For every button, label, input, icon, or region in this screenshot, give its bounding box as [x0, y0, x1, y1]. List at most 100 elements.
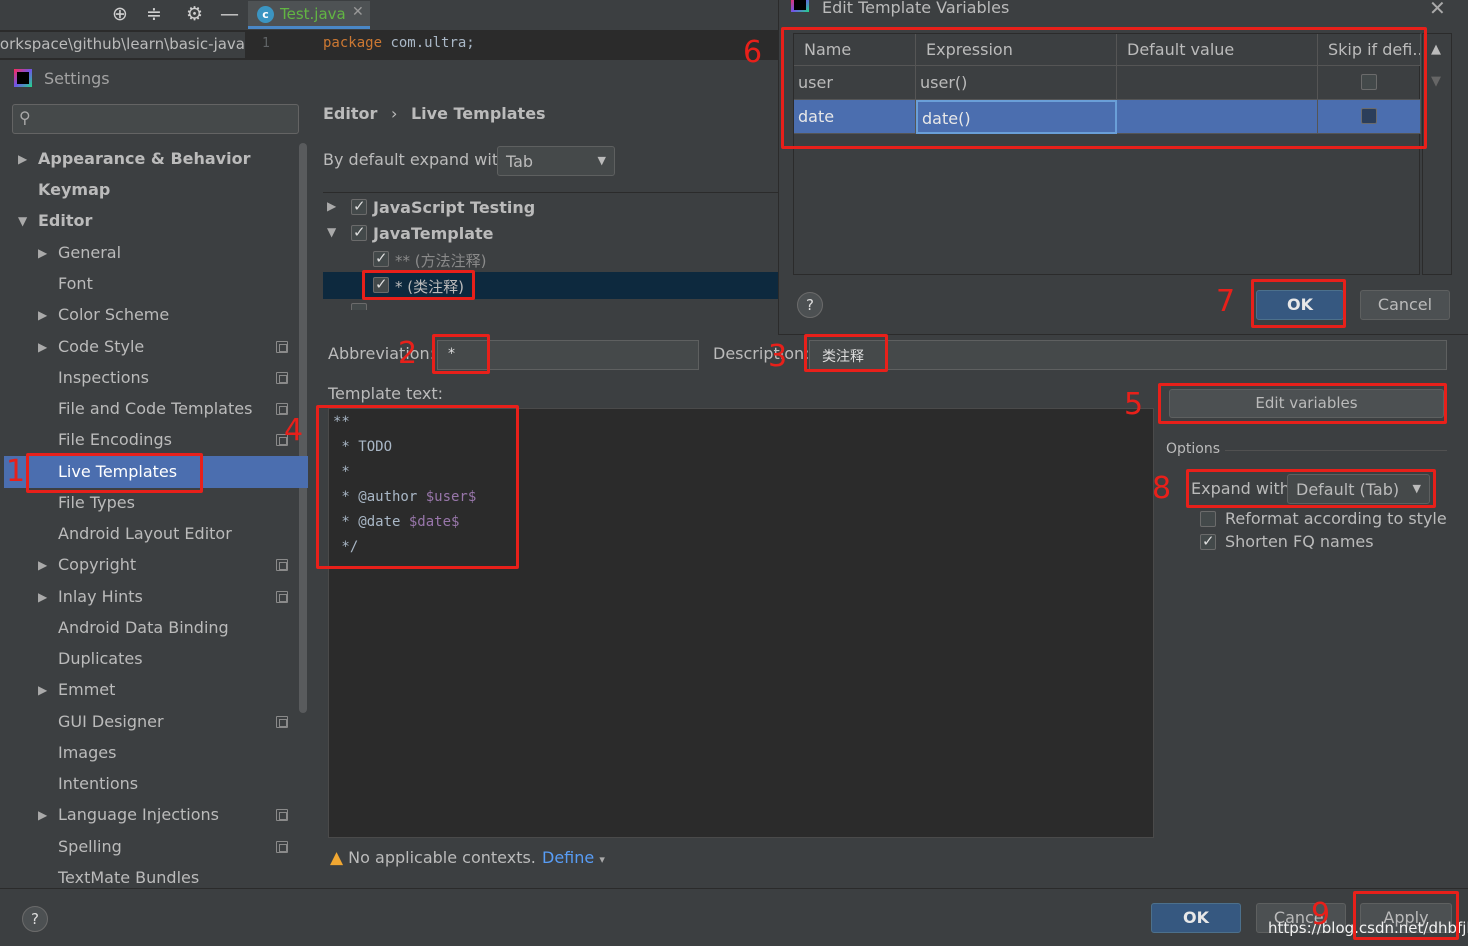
sidebar-item-label: Duplicates	[58, 649, 143, 668]
group-checkbox[interactable]	[351, 303, 367, 310]
expand-arrow-icon[interactable]: ▶	[38, 301, 47, 329]
template-class-comment[interactable]: * (类注释)	[395, 276, 464, 297]
sidebar-item-appearance-behavior[interactable]: ▶ Appearance & Behavior	[0, 145, 300, 173]
sidebar-item-label: Live Templates	[58, 462, 178, 481]
column-skip[interactable]: Skip if defi...	[1318, 34, 1421, 66]
template-row-selected[interactable]	[323, 272, 778, 299]
sidebar-item-color-scheme[interactable]: ▶ Color Scheme	[0, 301, 300, 329]
close-icon[interactable]: ✕	[1429, 0, 1446, 20]
edit-variables-button[interactable]: Edit variables	[1169, 389, 1444, 418]
sidebar-item-code-style[interactable]: ▶ Code Style	[0, 333, 300, 361]
shorten-checkbox[interactable]	[1200, 532, 1216, 550]
scroll-up-icon[interactable]: ▲	[1431, 42, 1441, 57]
expand-arrow-icon[interactable]: ▶	[38, 333, 47, 361]
annotation-number: 7	[1216, 284, 1236, 319]
expression-edit-field[interactable]: date()	[916, 100, 1117, 134]
group-javascript-testing[interactable]: JavaScript Testing	[373, 198, 535, 217]
abbreviation-input[interactable]: *	[437, 340, 699, 370]
define-link[interactable]: Define ▾	[542, 848, 605, 867]
dialog-cancel-button[interactable]: Cancel	[1360, 290, 1450, 320]
help-icon[interactable]: ?	[22, 906, 48, 932]
breadcrumb: Editor › Live Templates	[323, 104, 546, 123]
reformat-label: Reformat according to style	[1225, 509, 1447, 528]
search-input[interactable]: ⚲	[12, 104, 299, 134]
help-icon[interactable]: ?	[797, 292, 823, 318]
sidebar-item-general[interactable]: ▶ General	[0, 239, 300, 267]
ok-button[interactable]: OK	[1151, 903, 1241, 933]
group-javatemplate[interactable]: JavaTemplate	[373, 224, 494, 243]
sidebar-item-label: Font	[58, 274, 93, 293]
close-tab-icon[interactable]: ✕	[352, 4, 364, 20]
dialog-ok-button[interactable]: OK	[1256, 290, 1344, 320]
collapse-icon[interactable]: ≑	[146, 3, 162, 25]
sidebar-item-keymap[interactable]: Keymap	[0, 176, 300, 204]
sidebar-item-inlay-hints[interactable]: ▶ Inlay Hints	[0, 583, 300, 611]
sidebar-item-language-injections[interactable]: ▶ Language Injections	[0, 801, 300, 829]
expand-arrow-icon[interactable]: ▶	[18, 145, 27, 173]
collapse-arrow-icon[interactable]: ▼	[327, 225, 336, 239]
sidebar-item-file-and-code-templates[interactable]: File and Code Templates	[0, 395, 300, 423]
sidebar-item-gui-designer[interactable]: GUI Designer	[0, 708, 300, 736]
minimize-icon[interactable]: —	[220, 3, 239, 25]
code-line[interactable]: package com.ultra;	[323, 35, 475, 51]
column-name[interactable]: Name	[794, 34, 916, 66]
sidebar-item-label: Images	[58, 743, 117, 762]
sidebar-item-label: Emmet	[58, 680, 116, 699]
sidebar-item-copyright[interactable]: ▶ Copyright	[0, 551, 300, 579]
sidebar-item-android-data-binding[interactable]: Android Data Binding	[0, 614, 300, 642]
project-settings-icon	[276, 841, 288, 853]
reformat-checkbox[interactable]	[1200, 511, 1216, 527]
expand-arrow-icon[interactable]: ▶	[38, 801, 47, 829]
sidebar-item-font[interactable]: Font	[0, 270, 300, 298]
sidebar-item-label: Keymap	[38, 180, 111, 199]
editor-tab[interactable]: c Test.java ✕	[248, 1, 370, 29]
watermark: https://blog.csdn.net/dhbfjh	[1268, 919, 1468, 937]
sidebar-item-label: Inspections	[58, 368, 149, 387]
expand-default-select[interactable]: Tab ▼	[497, 146, 615, 176]
table-scrollbar[interactable]: ▲ ▼	[1422, 33, 1452, 275]
template-method-comment[interactable]: ** (方法注释)	[395, 250, 486, 271]
group-checkbox[interactable]	[351, 197, 367, 215]
collapse-arrow-icon[interactable]: ▼	[18, 207, 27, 235]
scroll-down-icon[interactable]: ▼	[1431, 74, 1441, 89]
path-breadcrumb: workspace\github\learn\basic-java	[0, 32, 245, 58]
sidebar-item-label: Inlay Hints	[58, 587, 143, 606]
sidebar-item-duplicates[interactable]: Duplicates	[0, 645, 300, 673]
expand-arrow-icon[interactable]: ▶	[38, 239, 47, 267]
sidebar-item-inspections[interactable]: Inspections	[0, 364, 300, 392]
expand-with-select[interactable]: Default (Tab) ▼	[1287, 474, 1430, 504]
dialog-title: Edit Template Variables	[822, 0, 1010, 17]
expand-arrow-icon[interactable]: ▶	[38, 583, 47, 611]
template-checkbox[interactable]	[373, 249, 389, 267]
gear-icon[interactable]: ⚙	[186, 3, 203, 25]
sidebar-item-file-encodings[interactable]: File Encodings	[0, 426, 300, 454]
annotation-number: 5	[1124, 387, 1144, 422]
annotation-number: 8	[1152, 471, 1172, 506]
column-default[interactable]: Default value	[1117, 34, 1318, 66]
expand-arrow-icon[interactable]: ▶	[38, 551, 47, 579]
column-expression[interactable]: Expression	[916, 34, 1117, 66]
sidebar-item-editor[interactable]: ▼ Editor	[0, 207, 300, 235]
template-tree: ▶ JavaScript Testing ▼ JavaTemplate ** (…	[323, 192, 778, 310]
description-input[interactable]: 类注释	[809, 340, 1447, 370]
template-checkbox[interactable]	[373, 275, 389, 293]
expand-arrow-icon[interactable]: ▶	[327, 199, 336, 213]
template-text-editor[interactable]: ** * TODO * * @author $user$ * @date $da…	[328, 408, 1154, 838]
skip-checkbox[interactable]	[1361, 74, 1377, 90]
sidebar-item-live-templates[interactable]: Live Templates	[4, 456, 308, 488]
sidebar-item-emmet[interactable]: ▶ Emmet	[0, 676, 300, 704]
group-checkbox[interactable]	[351, 223, 367, 241]
expand-arrow-icon[interactable]: ▶	[38, 676, 47, 704]
sidebar-item-android-layout-editor[interactable]: Android Layout Editor	[0, 520, 300, 548]
sidebar-item-images[interactable]: Images	[0, 739, 300, 767]
sidebar-item-spelling[interactable]: Spelling	[0, 833, 300, 861]
annotation-number: 2	[398, 336, 418, 371]
skip-checkbox[interactable]	[1361, 108, 1377, 124]
breadcrumb-parent[interactable]: Editor	[323, 104, 377, 123]
crosshair-icon[interactable]: ⊕	[112, 3, 128, 25]
project-settings-icon	[276, 591, 288, 603]
annotation-number: 4	[284, 413, 304, 448]
sidebar-item-intentions[interactable]: Intentions	[0, 770, 300, 798]
chevron-down-icon: ▼	[597, 154, 606, 167]
sidebar-item-file-types[interactable]: File Types	[0, 489, 300, 517]
